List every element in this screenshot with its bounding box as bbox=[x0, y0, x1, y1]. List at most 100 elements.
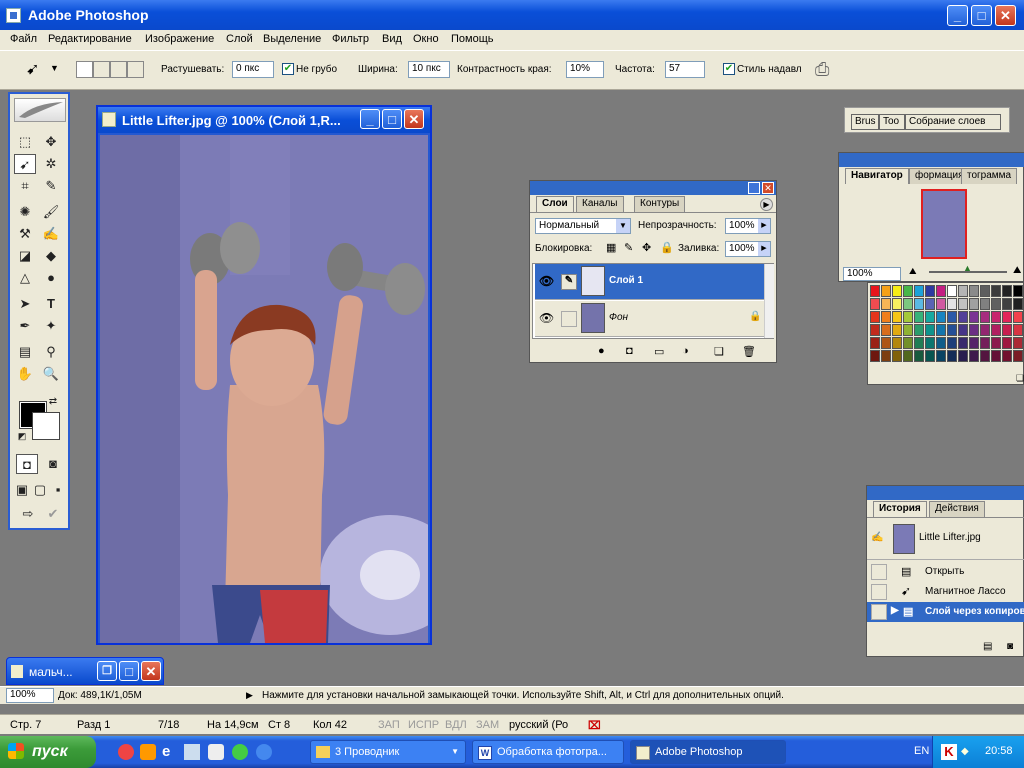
status-rec[interactable]: ЗАП bbox=[378, 719, 400, 731]
pressure-checkbox[interactable]: ✔ bbox=[723, 63, 735, 75]
navigator-panel-titlebar[interactable] bbox=[839, 153, 1024, 167]
media-player-icon[interactable] bbox=[232, 744, 248, 760]
color-swatch[interactable] bbox=[958, 298, 968, 310]
marquee-tool-icon[interactable]: ⬚ bbox=[14, 132, 36, 152]
new-layer-icon[interactable]: ❏ bbox=[714, 345, 724, 358]
color-swatch[interactable] bbox=[903, 337, 913, 349]
tab-navigator[interactable]: Навигатор bbox=[845, 168, 909, 184]
crop-tool-icon[interactable]: ⌗ bbox=[14, 176, 36, 196]
color-swatch[interactable] bbox=[947, 298, 957, 310]
well-tab-tool-presets[interactable]: Too bbox=[879, 114, 905, 130]
eye-visibility-icon[interactable]: 👁 bbox=[539, 311, 554, 325]
menu-select[interactable]: Выделение bbox=[263, 33, 321, 45]
fill-input[interactable]: 100% ▶ bbox=[725, 241, 771, 257]
color-swatch[interactable] bbox=[991, 337, 1001, 349]
magnetic-lasso-icon[interactable]: ➹ bbox=[26, 59, 39, 79]
clone-stamp-tool-icon[interactable]: ⚒ bbox=[14, 224, 36, 244]
color-swatch[interactable] bbox=[914, 298, 924, 310]
minimized-document-window[interactable]: мальч... ❐ □ ✕ bbox=[6, 657, 164, 685]
opacity-input[interactable]: 100% ▶ bbox=[725, 218, 771, 234]
slider-arrow-icon[interactable]: ▶ bbox=[758, 242, 770, 256]
color-swatch[interactable] bbox=[1013, 337, 1023, 349]
color-swatch[interactable] bbox=[925, 285, 935, 297]
color-swatch[interactable] bbox=[881, 298, 891, 310]
frequency-input[interactable]: 57 bbox=[665, 61, 705, 78]
menu-view[interactable]: Вид bbox=[382, 33, 402, 45]
spelling-check-icon[interactable]: ⌧ bbox=[588, 719, 601, 732]
eyedropper-tool-icon[interactable]: ⚲ bbox=[40, 342, 62, 362]
doc-minimize-button[interactable]: _ bbox=[360, 109, 380, 129]
pen-tool-icon[interactable]: ✒ bbox=[14, 316, 36, 336]
clock[interactable]: 20:58 bbox=[985, 745, 1013, 757]
add-selection-icon[interactable] bbox=[93, 61, 110, 78]
layer-row[interactable]: 👁 Фон 🔒 bbox=[535, 301, 765, 337]
lock-all-icon[interactable]: 🔒 bbox=[660, 241, 674, 254]
color-swatch[interactable] bbox=[980, 298, 990, 310]
menu-window[interactable]: Окно bbox=[413, 33, 439, 45]
color-swatch[interactable] bbox=[991, 285, 1001, 297]
minimize-button[interactable]: _ bbox=[947, 5, 968, 26]
status-ext[interactable]: ВДЛ bbox=[445, 719, 467, 731]
file-browser-icon[interactable]: ⎙ bbox=[815, 59, 829, 80]
color-swatch[interactable] bbox=[914, 324, 924, 336]
history-brush-source-icon[interactable]: ✍ bbox=[871, 532, 883, 543]
blur-tool-icon[interactable]: △ bbox=[14, 268, 36, 288]
subtract-selection-icon[interactable] bbox=[110, 61, 127, 78]
menu-layer[interactable]: Слой bbox=[226, 33, 253, 45]
tab-channels[interactable]: Каналы bbox=[576, 196, 624, 212]
quick-launch-icon[interactable] bbox=[256, 744, 272, 760]
color-swatch[interactable] bbox=[947, 337, 957, 349]
zoom-in-icon[interactable]: ⛰ bbox=[1013, 265, 1021, 276]
new-swatch-icon[interactable]: ❏ bbox=[1016, 373, 1024, 384]
color-swatch[interactable] bbox=[881, 350, 891, 362]
color-swatch[interactable] bbox=[1002, 350, 1012, 362]
menu-image[interactable]: Изображение bbox=[145, 33, 214, 45]
color-swatch[interactable] bbox=[969, 311, 979, 323]
color-swatch[interactable] bbox=[925, 311, 935, 323]
screen-mode-full-menu-icon[interactable]: ▢ bbox=[32, 480, 48, 500]
color-swatch[interactable] bbox=[969, 350, 979, 362]
color-swatch[interactable] bbox=[1013, 350, 1023, 362]
color-swatch[interactable] bbox=[903, 311, 913, 323]
slice-tool-icon[interactable]: ✎ bbox=[40, 176, 62, 196]
color-swatch[interactable] bbox=[892, 298, 902, 310]
blend-mode-select[interactable]: Нормальный ▼ bbox=[535, 218, 631, 234]
restore-button[interactable]: ❐ bbox=[97, 661, 117, 681]
custom-shape-tool-icon[interactable]: ✦ bbox=[40, 316, 62, 336]
background-color-swatch[interactable] bbox=[32, 412, 60, 440]
quick-launch-icon[interactable] bbox=[208, 744, 224, 760]
layers-panel-titlebar[interactable] bbox=[530, 181, 776, 195]
color-swatch[interactable] bbox=[903, 324, 913, 336]
zoom-slider-thumb-icon[interactable]: ▲ bbox=[963, 263, 972, 273]
maximize-button[interactable]: □ bbox=[971, 5, 992, 26]
eye-visibility-icon[interactable]: 👁 bbox=[539, 274, 554, 288]
color-swatch[interactable] bbox=[1002, 324, 1012, 336]
lock-transparency-icon[interactable]: ▦ bbox=[606, 241, 616, 254]
jump-to-imageready-icon[interactable]: ⇨ bbox=[14, 504, 42, 524]
taskbar-item-photoshop[interactable]: Adobe Photoshop bbox=[630, 740, 786, 764]
color-swatch[interactable] bbox=[969, 324, 979, 336]
color-swatch[interactable] bbox=[958, 350, 968, 362]
tab-paths[interactable]: Контуры bbox=[634, 196, 686, 212]
zoom-tool-icon[interactable]: 🔍 bbox=[40, 364, 62, 384]
layer-mask-icon[interactable]: ◘ bbox=[626, 345, 633, 357]
intersect-selection-icon[interactable] bbox=[127, 61, 144, 78]
doc-close-button[interactable]: ✕ bbox=[404, 109, 424, 129]
tab-histogram[interactable]: тограмма bbox=[961, 168, 1018, 184]
color-swatch[interactable] bbox=[892, 350, 902, 362]
layers-panel-minimize-button[interactable] bbox=[748, 182, 760, 194]
history-panel-titlebar[interactable] bbox=[867, 486, 1024, 500]
color-swatch[interactable] bbox=[903, 298, 913, 310]
color-swatch[interactable] bbox=[947, 350, 957, 362]
color-swatch[interactable] bbox=[936, 324, 946, 336]
color-swatch[interactable] bbox=[1013, 324, 1023, 336]
history-step[interactable]: ▤ Открыть bbox=[867, 562, 1024, 582]
navigator-preview[interactable] bbox=[921, 189, 967, 259]
color-swatch[interactable] bbox=[1013, 298, 1023, 310]
panel-menu-icon[interactable]: ▶ bbox=[760, 198, 773, 211]
color-swatch[interactable] bbox=[991, 324, 1001, 336]
dodge-tool-icon[interactable]: ● bbox=[40, 268, 62, 288]
lock-pixels-icon[interactable]: ✎ bbox=[624, 241, 633, 254]
snapshot-icon[interactable]: ◙ bbox=[1007, 641, 1013, 652]
slider-arrow-icon[interactable]: ▶ bbox=[758, 219, 770, 233]
